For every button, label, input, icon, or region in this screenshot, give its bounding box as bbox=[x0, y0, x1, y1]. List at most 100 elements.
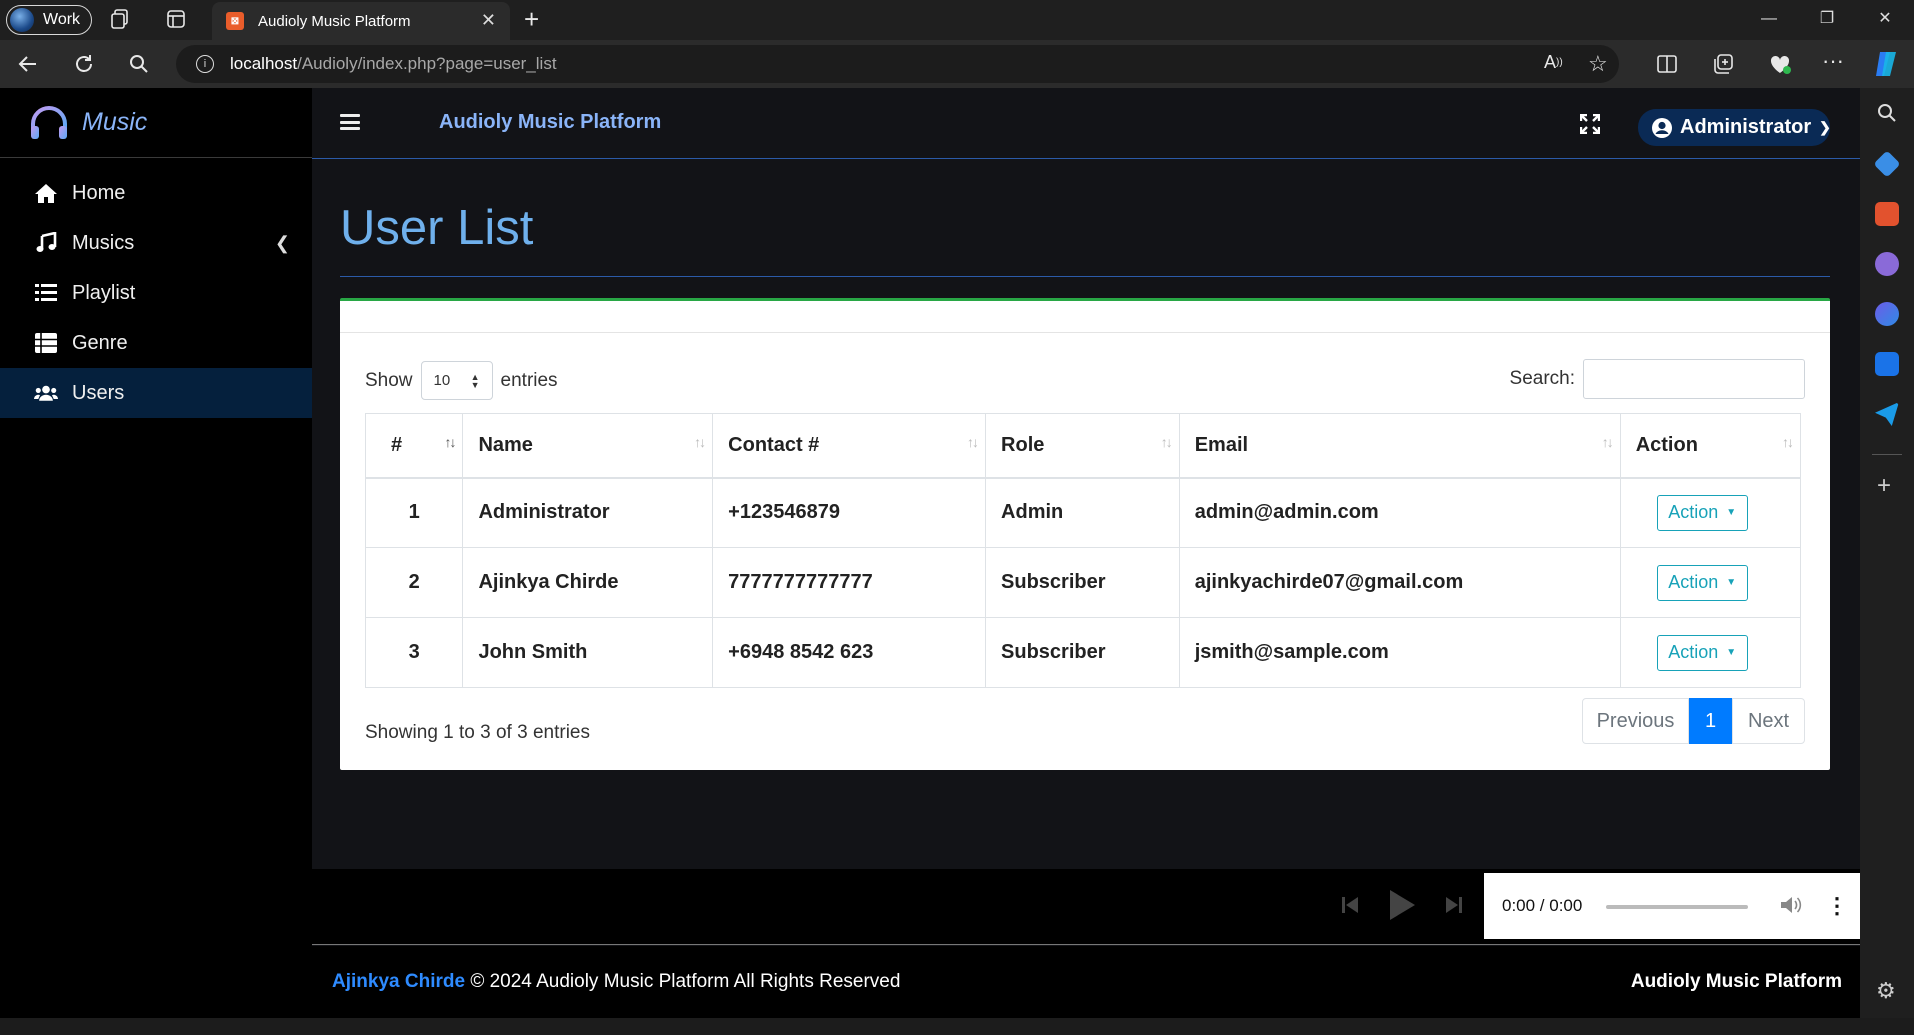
volume-icon[interactable] bbox=[1780, 895, 1802, 920]
brand-link[interactable]: Music bbox=[0, 88, 312, 158]
cell-name: John Smith bbox=[462, 617, 714, 688]
sort-icon: ↑↓ bbox=[694, 434, 706, 450]
favorite-icon[interactable]: ☆ bbox=[1588, 51, 1608, 77]
sort-icon: ↑↓ bbox=[967, 434, 979, 450]
games-icon[interactable] bbox=[1875, 252, 1899, 276]
close-window-icon[interactable]: ✕ bbox=[1856, 0, 1914, 40]
previous-track-icon[interactable] bbox=[1342, 895, 1358, 920]
sidebar-item-musics[interactable]: Musics ❮ bbox=[0, 218, 312, 268]
m365-icon[interactable] bbox=[1875, 302, 1899, 326]
next-page-button[interactable]: Next bbox=[1732, 698, 1805, 744]
restore-icon[interactable]: ❐ bbox=[1798, 0, 1856, 40]
cell-name: Administrator bbox=[462, 477, 714, 548]
column-header-contact[interactable]: Contact # ↑↓ bbox=[712, 413, 987, 479]
sidebar-item-users[interactable]: Users bbox=[0, 368, 312, 418]
user-icon bbox=[1652, 117, 1672, 138]
refresh-icon[interactable] bbox=[72, 52, 96, 76]
show-label: Show bbox=[365, 369, 413, 391]
play-icon[interactable] bbox=[1388, 889, 1416, 926]
add-sidebar-icon[interactable]: + bbox=[1877, 472, 1891, 500]
user-menu-button[interactable]: Administrator ❯ bbox=[1638, 109, 1831, 146]
header-label: Name bbox=[478, 433, 533, 456]
footer-brand: Audioly Music Platform bbox=[1630, 971, 1842, 992]
tools-icon[interactable] bbox=[1875, 202, 1899, 226]
column-header-role[interactable]: Role ↑↓ bbox=[985, 413, 1180, 479]
table-row: 3 John Smith +6948 8542 623 Subscriber j… bbox=[364, 617, 1802, 688]
author-link[interactable]: Ajinkya Chirde bbox=[332, 971, 465, 992]
list-icon bbox=[34, 282, 58, 304]
next-track-icon[interactable] bbox=[1446, 895, 1462, 920]
audio-element[interactable]: 0:00 / 0:00 ⋮ bbox=[1484, 873, 1860, 939]
column-header-num[interactable]: # ↑↓ bbox=[364, 413, 464, 479]
column-header-email[interactable]: Email ↑↓ bbox=[1178, 413, 1621, 479]
side-search-icon[interactable] bbox=[1876, 102, 1898, 124]
header-label: Contact # bbox=[728, 433, 820, 456]
tab-actions-icon[interactable] bbox=[166, 9, 186, 29]
sidebar-item-playlist[interactable]: Playlist bbox=[0, 268, 312, 318]
cell-role: Subscriber bbox=[985, 547, 1180, 618]
fullscreen-icon[interactable] bbox=[1579, 113, 1601, 139]
cell-action: Action ▼ bbox=[1619, 477, 1802, 548]
users-table: # ↑↓ Name ↑↓ Contact # ↑↓ Role ↑↓ Email ↑↓ Ac… bbox=[364, 413, 1802, 688]
tab-audioly[interactable]: ⊠ Audioly Music Platform ✕ bbox=[212, 2, 510, 40]
entries-label: entries bbox=[500, 369, 558, 391]
telegram-icon[interactable] bbox=[1875, 402, 1899, 426]
search-icon[interactable] bbox=[128, 53, 150, 75]
tab-title: Audioly Music Platform bbox=[258, 12, 411, 30]
minimize-icon[interactable]: — bbox=[1740, 0, 1798, 40]
cell-email: ajinkyachirde07@gmail.com bbox=[1178, 547, 1621, 618]
os-taskbar-strip bbox=[0, 1018, 1914, 1035]
column-header-action[interactable]: Action ↑↓ bbox=[1619, 413, 1802, 479]
more-icon[interactable]: ··· bbox=[1822, 48, 1844, 74]
url-field[interactable]: i localhost/Audioly/index.php?page=user_… bbox=[176, 45, 1619, 83]
sidebar-item-label: Playlist bbox=[72, 281, 136, 304]
column-header-name[interactable]: Name ↑↓ bbox=[462, 413, 714, 479]
cell-num: 3 bbox=[364, 617, 464, 688]
settings-gear-icon[interactable]: ⚙ bbox=[1876, 978, 1896, 1004]
headphones-icon bbox=[28, 105, 70, 141]
action-dropdown-button[interactable]: Action ▼ bbox=[1656, 564, 1748, 601]
entries-select[interactable]: 10 ▲ ▼ bbox=[420, 361, 493, 400]
profile-label: Work bbox=[43, 11, 81, 28]
sidebar-item-label: Home bbox=[72, 181, 126, 204]
window-controls: — ❐ ✕ bbox=[1740, 0, 1914, 40]
shopping-tag-icon[interactable] bbox=[1873, 150, 1901, 178]
audio-seek-bar[interactable] bbox=[1606, 905, 1748, 909]
sidebar-item-genre[interactable]: Genre bbox=[0, 318, 312, 368]
collections-icon[interactable] bbox=[1712, 53, 1734, 75]
search-input[interactable] bbox=[1583, 359, 1805, 399]
more-vertical-icon[interactable]: ⋮ bbox=[1826, 893, 1848, 919]
cell-contact: +123546879 bbox=[712, 477, 987, 548]
previous-page-button[interactable]: Previous bbox=[1582, 698, 1689, 744]
new-tab-icon[interactable]: + bbox=[524, 4, 539, 35]
page-1-button[interactable]: 1 bbox=[1689, 698, 1732, 744]
workspaces-icon[interactable] bbox=[110, 8, 132, 30]
read-aloud-icon[interactable]: A)) bbox=[1544, 52, 1563, 73]
hamburger-menu-icon[interactable] bbox=[340, 114, 360, 130]
sort-asc-icon: ↑↓ bbox=[444, 434, 456, 450]
sidebar-item-home[interactable]: Home bbox=[0, 168, 312, 218]
browser-essentials-icon[interactable] bbox=[1768, 53, 1792, 75]
cell-role: Admin bbox=[985, 477, 1180, 548]
action-dropdown-button[interactable]: Action ▼ bbox=[1656, 634, 1748, 671]
sidebar-item-label: Users bbox=[72, 381, 125, 404]
side-divider bbox=[1872, 454, 1902, 455]
copilot-icon[interactable] bbox=[1872, 50, 1902, 78]
th-list-icon bbox=[34, 332, 58, 354]
home-icon bbox=[34, 182, 58, 204]
info-icon[interactable]: i bbox=[196, 55, 214, 73]
music-player-bar: 0:00 / 0:00 ⋮ bbox=[312, 869, 1860, 945]
action-dropdown-button[interactable]: Action ▼ bbox=[1656, 494, 1748, 531]
table-header-row: # ↑↓ Name ↑↓ Contact # ↑↓ Role ↑↓ Email ↑↓ Ac… bbox=[364, 413, 1802, 479]
split-screen-icon[interactable] bbox=[1656, 53, 1678, 75]
app-main: Audioly Music Platform Administrator ❯ U… bbox=[312, 88, 1860, 1018]
profile-button[interactable]: Work bbox=[6, 5, 92, 35]
back-icon[interactable] bbox=[16, 52, 40, 76]
outlook-icon[interactable] bbox=[1875, 352, 1899, 376]
table-row: 1 Administrator +123546879 Admin admin@a… bbox=[364, 477, 1802, 548]
sort-icon: ↑↓ bbox=[1160, 434, 1173, 450]
cell-contact: +6948 8542 623 bbox=[712, 617, 987, 688]
cell-email: jsmith@sample.com bbox=[1178, 617, 1621, 688]
close-tab-icon[interactable]: ✕ bbox=[481, 10, 496, 31]
sort-icon: ↑↓ bbox=[1782, 434, 1794, 450]
